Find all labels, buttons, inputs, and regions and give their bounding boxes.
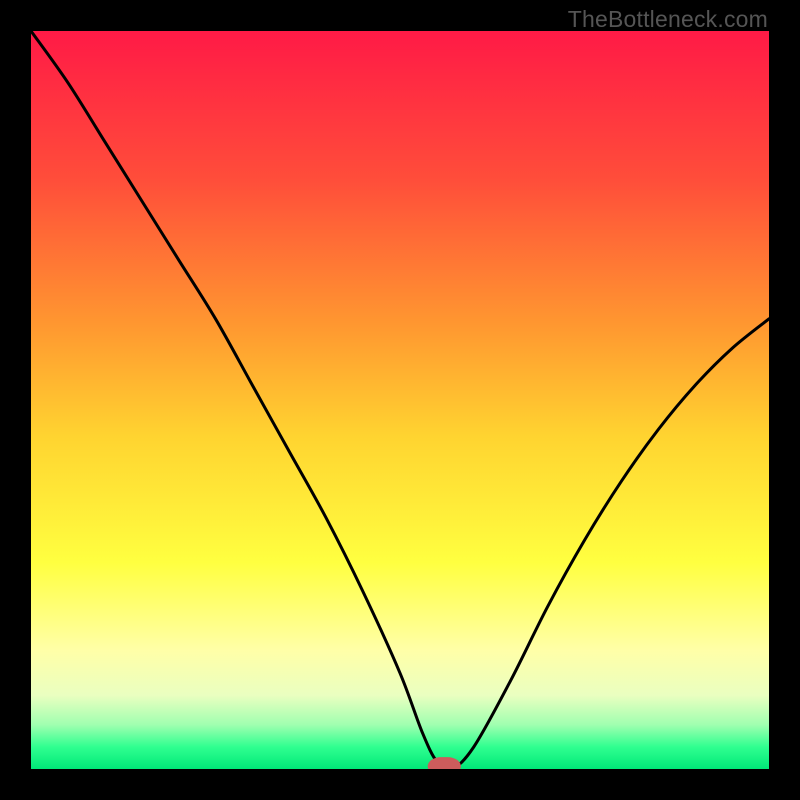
plot-area [31, 31, 769, 769]
gradient-background [31, 31, 769, 769]
chart-container: TheBottleneck.com [0, 0, 800, 800]
watermark-label: TheBottleneck.com [568, 6, 768, 33]
chart-svg [31, 31, 769, 769]
